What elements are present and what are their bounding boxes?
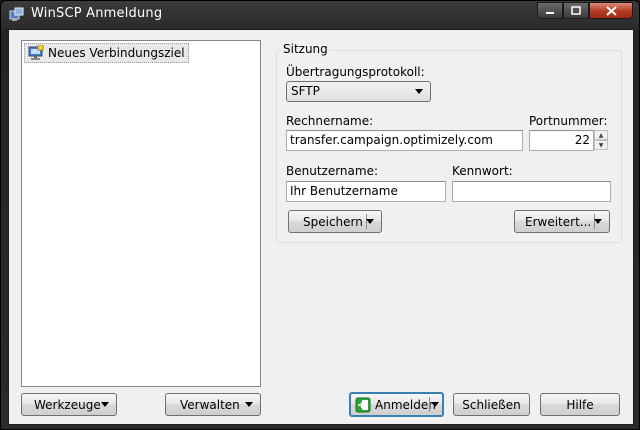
save-button[interactable]: Speichern <box>288 210 382 233</box>
minimize-icon <box>546 11 554 14</box>
window-title: WinSCP Anmeldung <box>31 6 163 21</box>
help-button-label: Hilfe <box>566 397 594 412</box>
minimize-button[interactable] <box>537 2 563 19</box>
login-button-label: Anmelden <box>375 397 436 412</box>
caption-buttons <box>537 2 633 20</box>
login-button[interactable]: Anmelden <box>349 392 444 417</box>
winscp-app-icon <box>9 7 24 21</box>
advanced-button-label: Erweitert... <box>525 214 592 229</box>
help-button[interactable]: Hilfe <box>540 393 620 416</box>
dialog-client-area: Neues Verbindungsziel Sitzung Übertragun… <box>8 29 634 425</box>
protocol-value: SFTP <box>291 84 320 98</box>
maximize-button[interactable] <box>563 2 589 19</box>
maximize-icon <box>571 6 581 15</box>
spin-up-icon[interactable]: ▲ <box>594 130 608 140</box>
password-label: Kennwort: <box>452 164 513 178</box>
close-icon <box>605 5 617 16</box>
chevron-down-icon <box>101 402 109 407</box>
chevron-down-icon <box>594 219 602 224</box>
user-label: Benutzername: <box>286 164 379 178</box>
tools-button[interactable]: Werkzeuge <box>21 393 117 416</box>
site-tree[interactable]: Neues Verbindungsziel <box>21 40 261 387</box>
protocol-select[interactable]: SFTP <box>286 81 431 102</box>
host-input[interactable]: transfer.campaign.optimizely.com <box>286 130 523 151</box>
protocol-label: Übertragungsprotokoll: <box>286 65 425 79</box>
chevron-down-icon <box>431 402 439 407</box>
host-label: Rechnername: <box>286 114 374 128</box>
chevron-down-icon <box>415 89 423 94</box>
session-group-title: Sitzung <box>281 42 330 56</box>
title-bar[interactable]: WinSCP Anmeldung <box>1 1 639 29</box>
spin-down-icon[interactable]: ▼ <box>594 140 608 150</box>
port-input[interactable]: 22 <box>529 130 594 151</box>
close-window-button[interactable] <box>589 2 633 19</box>
close-button[interactable]: Schließen <box>453 393 530 416</box>
port-spinner[interactable]: ▲ ▼ <box>594 130 608 151</box>
port-label: Portnummer: <box>529 114 608 128</box>
chevron-down-icon <box>366 219 374 224</box>
tools-button-label: Werkzeuge <box>34 397 101 412</box>
login-dialog-window: WinSCP Anmeldung Neues Verbindungsziel S… <box>0 0 640 430</box>
computer-site-icon <box>28 45 44 60</box>
advanced-button[interactable]: Erweitert... <box>514 210 610 233</box>
manage-button-label: Verwalten <box>180 397 240 412</box>
close-button-label: Schließen <box>462 397 521 412</box>
login-green-icon <box>355 397 371 412</box>
tree-item-label: Neues Verbindungsziel <box>48 46 185 60</box>
tree-item-new-site[interactable]: Neues Verbindungsziel <box>24 43 189 63</box>
user-input[interactable]: Ihr Benutzername <box>286 181 446 202</box>
save-button-label: Speichern <box>303 214 363 229</box>
manage-button[interactable]: Verwalten <box>165 393 261 416</box>
password-input[interactable] <box>452 181 611 202</box>
chevron-down-icon <box>245 402 253 407</box>
